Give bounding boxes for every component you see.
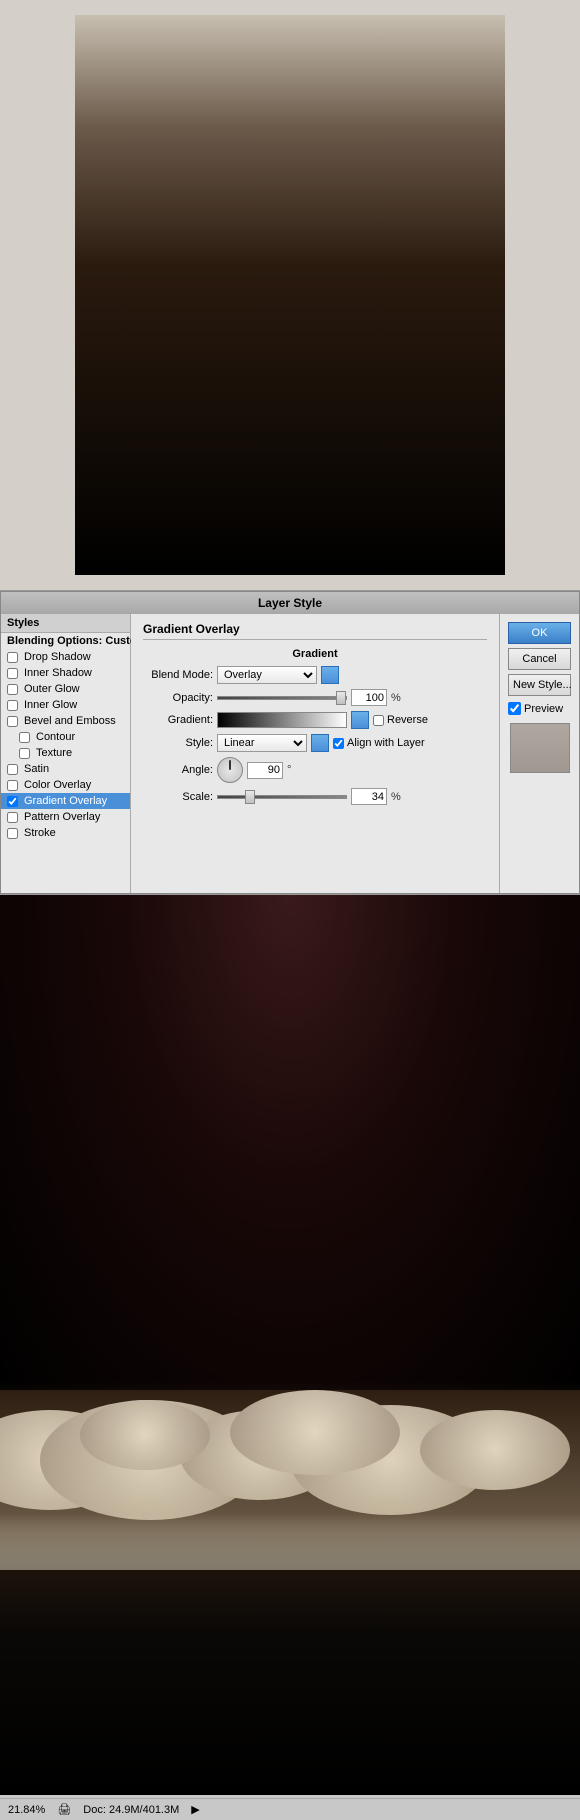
gradient-picker[interactable] (217, 712, 347, 728)
preview-label: Preview (508, 702, 571, 715)
drop-shadow-item[interactable]: Drop Shadow (1, 649, 130, 665)
status-bar: 21.84% 🖨 Doc: 24.9M/401.3M ▶ (0, 1798, 580, 1820)
reverse-check[interactable] (373, 715, 384, 726)
preview-thumbnail (510, 723, 570, 773)
preview-text: Preview (524, 703, 563, 715)
color-overlay-item[interactable]: Color Overlay (1, 777, 130, 793)
ground-dark (0, 1525, 580, 1795)
blend-mode-select[interactable]: Overlay Normal Multiply Screen (217, 666, 317, 684)
blend-mode-row: Blend Mode: Overlay Normal Multiply Scre… (143, 666, 487, 684)
gradient-overlay-item[interactable]: Gradient Overlay (1, 793, 130, 809)
buttons-panel: OK Cancel New Style... Preview (499, 614, 579, 893)
contour-check[interactable] (19, 732, 30, 743)
style-select[interactable]: Linear Radial Angle Reflected Diamond (217, 734, 307, 752)
style-label: Style: (143, 737, 213, 749)
opacity-row: Opacity: % (143, 689, 487, 706)
opacity-input[interactable] (351, 689, 387, 706)
opacity-label: Opacity: (143, 692, 213, 704)
styles-panel-header: Styles (1, 614, 130, 633)
gradient-overlay-check[interactable] (7, 796, 18, 807)
angle-dial[interactable] (217, 757, 243, 783)
align-layer-label: Align with Layer (333, 737, 425, 749)
drop-shadow-check[interactable] (7, 652, 18, 663)
reverse-text: Reverse (387, 714, 428, 726)
angle-unit: ° (287, 764, 291, 776)
scale-unit: % (391, 791, 401, 803)
inner-glow-check[interactable] (7, 700, 18, 711)
cloud-area (0, 1255, 580, 1570)
inner-shadow-item[interactable]: Inner Shadow (1, 665, 130, 681)
gradient-label: Gradient: (143, 714, 213, 726)
gradient-row: Gradient: Reverse (143, 711, 487, 729)
canvas-top (0, 0, 580, 590)
zoom-level: 21.84% (8, 1804, 45, 1816)
gradient-arrow[interactable] (351, 711, 369, 729)
opacity-unit: % (391, 692, 401, 704)
canvas-bottom (0, 895, 580, 1795)
layer-style-dialog: Layer Style Styles Blending Options: Cus… (0, 590, 580, 895)
opacity-slider[interactable] (217, 696, 347, 700)
subsection-title: Gradient (143, 648, 487, 660)
outer-glow-check[interactable] (7, 684, 18, 695)
align-layer-check[interactable] (333, 738, 344, 749)
dialog-body: Styles Blending Options: Custom Drop Sha… (0, 614, 580, 894)
doc-info: Doc: 24.9M/401.3M (83, 1804, 179, 1816)
texture-item[interactable]: Texture (1, 745, 130, 761)
align-layer-text: Align with Layer (347, 737, 425, 749)
styles-panel: Styles Blending Options: Custom Drop Sha… (1, 614, 131, 893)
dialog-titlebar: Layer Style (0, 591, 580, 614)
canvas-image-top (75, 15, 505, 575)
pattern-overlay-check[interactable] (7, 812, 18, 823)
scale-label: Scale: (143, 791, 213, 803)
nav-arrow[interactable]: ▶ (191, 1803, 199, 1816)
canvas-image-bottom (0, 895, 580, 1795)
scale-row: Scale: % (143, 788, 487, 805)
blend-mode-label: Blend Mode: (143, 669, 213, 681)
texture-check[interactable] (19, 748, 30, 759)
stroke-check[interactable] (7, 828, 18, 839)
satin-check[interactable] (7, 764, 18, 775)
cloud-layer (0, 1255, 580, 1570)
gradient-overlay-settings: Gradient Overlay Gradient Blend Mode: Ov… (131, 614, 499, 893)
angle-row: Angle: ° (143, 757, 487, 783)
bevel-emboss-item[interactable]: Bevel and Emboss (1, 713, 130, 729)
inner-glow-item[interactable]: Inner Glow (1, 697, 130, 713)
stroke-item[interactable]: Stroke (1, 825, 130, 841)
ok-button[interactable]: OK (508, 622, 571, 644)
contour-item[interactable]: Contour (1, 729, 130, 745)
new-style-button[interactable]: New Style... (508, 674, 571, 696)
bevel-emboss-check[interactable] (7, 716, 18, 727)
scale-slider[interactable] (217, 795, 347, 799)
style-row: Style: Linear Radial Angle Reflected Dia… (143, 734, 487, 752)
pattern-overlay-item[interactable]: Pattern Overlay (1, 809, 130, 825)
dialog-title: Layer Style (258, 596, 322, 610)
inner-shadow-check[interactable] (7, 668, 18, 679)
cancel-button[interactable]: Cancel (508, 648, 571, 670)
status-icon: 🖨 (57, 1803, 71, 1816)
angle-input[interactable] (247, 762, 283, 779)
section-title: Gradient Overlay (143, 622, 487, 640)
preview-check[interactable] (508, 702, 521, 715)
satin-item[interactable]: Satin (1, 761, 130, 777)
color-overlay-check[interactable] (7, 780, 18, 791)
style-arrow[interactable] (311, 734, 329, 752)
reverse-label: Reverse (373, 714, 428, 726)
angle-label: Angle: (143, 764, 213, 776)
scale-input[interactable] (351, 788, 387, 805)
outer-glow-item[interactable]: Outer Glow (1, 681, 130, 697)
blending-options-item[interactable]: Blending Options: Custom (1, 633, 130, 649)
blend-mode-arrow[interactable] (321, 666, 339, 684)
